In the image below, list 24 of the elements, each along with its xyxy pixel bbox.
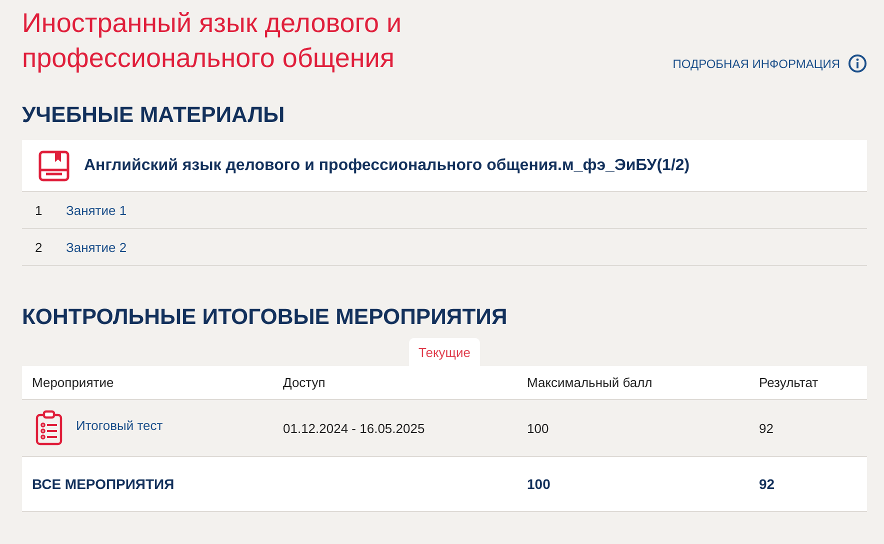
table-cell-text: 92 <box>759 420 774 436</box>
total-cell-text: 100 <box>527 476 552 492</box>
tab[interactable]: Текущие <box>408 338 480 366</box>
column-header: Мероприятие <box>32 375 115 390</box>
assessment-link[interactable]: Итоговый тест <box>76 418 163 432</box>
column-header: Доступ <box>283 375 326 390</box>
column-header: Результат <box>759 375 820 390</box>
book-icon <box>38 150 70 182</box>
lesson-number: 2 <box>34 240 44 254</box>
info-icon[interactable] <box>848 54 867 73</box>
details-link[interactable]: ПОДРОБНАЯ ИНФОРМАЦИЯ <box>672 57 840 71</box>
course-title[interactable]: Английский язык делового и профессионального общения.м_фэ_ЭиБУ(1/2) <box>84 156 690 174</box>
lesson-link[interactable]: Занятие 2 <box>66 240 127 254</box>
table-cell-text: 100 <box>527 420 550 436</box>
clipboard-icon <box>35 410 63 446</box>
total-label: ВСЕ МЕРОПРИЯТИЯ <box>32 476 176 492</box>
lesson-number: 1 <box>34 202 44 218</box>
section-heading: УЧЕБНЫЕ МАТЕРИАЛЫ <box>22 101 286 129</box>
lesson-link[interactable]: Занятие 1 <box>66 202 127 218</box>
table-cell-text: 01.12.2024 - 16.05.2025 <box>283 420 426 436</box>
total-cell-text: 92 <box>759 476 776 492</box>
column-header: Максимальный балл <box>527 375 654 390</box>
page-title: Иностранный язык делового и профессионального общения <box>22 7 403 75</box>
section-heading: КОНТРОЛЬНЫЕ ИТОГОВЫЕ МЕРОПРИЯТИЯ <box>22 303 508 331</box>
